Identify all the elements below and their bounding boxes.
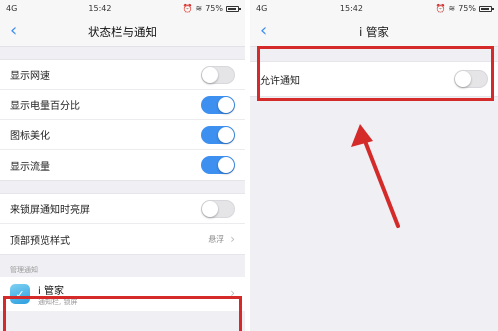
right-phone-screen: 4G 15:42 ⏰ ≋ 75% ‹ i 管家 允许通知 [250, 0, 498, 331]
notification-settings-group: 来锁屏通知时亮屏 顶部预览样式 悬浮 › [0, 193, 245, 255]
wifi-icon: ≋ [448, 4, 456, 13]
row-label: 显示电量百分比 [10, 101, 80, 112]
toggle-switch[interactable] [201, 95, 235, 114]
toggle-switch[interactable] [201, 156, 235, 174]
nav-bar: ‹ 状态栏与通知 [0, 17, 245, 47]
row-label: 来锁屏通知时亮屏 [10, 205, 90, 216]
row-lockscreen-wake[interactable]: 来锁屏通知时亮屏 [0, 194, 245, 224]
row-show-speed[interactable]: 显示网速 [0, 60, 245, 90]
toggle-knob [218, 126, 234, 143]
toggle-switch[interactable] [201, 65, 235, 84]
alarm-icon: ⏰ [435, 4, 446, 13]
clock: 15:42 [88, 4, 112, 13]
status-bar: 4G 15:42 ⏰ ≋ 75% [250, 0, 498, 17]
row-top-preview-style[interactable]: 顶部预览样式 悬浮 › [0, 224, 245, 254]
screenshot-composite: 4G 15:42 ⏰ ≋ 75% ‹ 状态栏与通知 显示网速 显示电量百分比 图… [0, 0, 498, 331]
alarm-icon: ⏰ [182, 4, 193, 13]
preview-style-value: 悬浮 [208, 234, 225, 244]
toggle-switch[interactable] [201, 199, 235, 218]
left-phone-screen: 4G 15:42 ⏰ ≋ 75% ‹ 状态栏与通知 显示网速 显示电量百分比 图… [0, 0, 245, 331]
toggle-knob [202, 66, 218, 83]
app-name: i 管家 [38, 285, 64, 297]
row-battery-percent[interactable]: 显示电量百分比 [0, 90, 245, 120]
row-show-traffic[interactable]: 显示流量 [0, 150, 245, 180]
section-label: 管理通知 [10, 266, 38, 274]
nav-bar: ‹ i 管家 [250, 17, 498, 47]
battery-icon [479, 5, 494, 12]
page-title: i 管家 [359, 24, 389, 39]
row-label: 顶部预览样式 [10, 235, 70, 247]
highlight-box-app-row [3, 296, 242, 331]
highlight-box-allow-row [257, 46, 494, 101]
battery-percent: 75% [205, 4, 223, 13]
row-label: 显示网速 [10, 71, 50, 82]
chevron-right-icon: › [230, 232, 235, 246]
toggle-knob [218, 157, 234, 173]
clock: 15:42 [339, 4, 363, 13]
carrier-label: 4G [6, 4, 18, 13]
row-icon-beautify[interactable]: 图标美化 [0, 120, 245, 150]
status-bar: 4G 15:42 ⏰ ≋ 75% [0, 0, 245, 17]
wifi-icon: ≋ [195, 4, 203, 13]
back-chevron-icon[interactable]: ‹ [260, 21, 267, 41]
row-label: 图标美化 [10, 131, 50, 142]
battery-percent: 75% [458, 4, 476, 13]
status-settings-group: 显示网速 显示电量百分比 图标美化 显示流量 [0, 59, 245, 181]
back-chevron-icon[interactable]: ‹ [10, 21, 17, 41]
toggle-switch[interactable] [201, 125, 235, 144]
row-label: 显示流量 [10, 161, 50, 173]
carrier-label: 4G [256, 4, 268, 13]
toggle-knob [202, 200, 218, 217]
toggle-knob [218, 96, 234, 113]
page-title: 状态栏与通知 [88, 24, 157, 39]
battery-icon [226, 5, 241, 12]
